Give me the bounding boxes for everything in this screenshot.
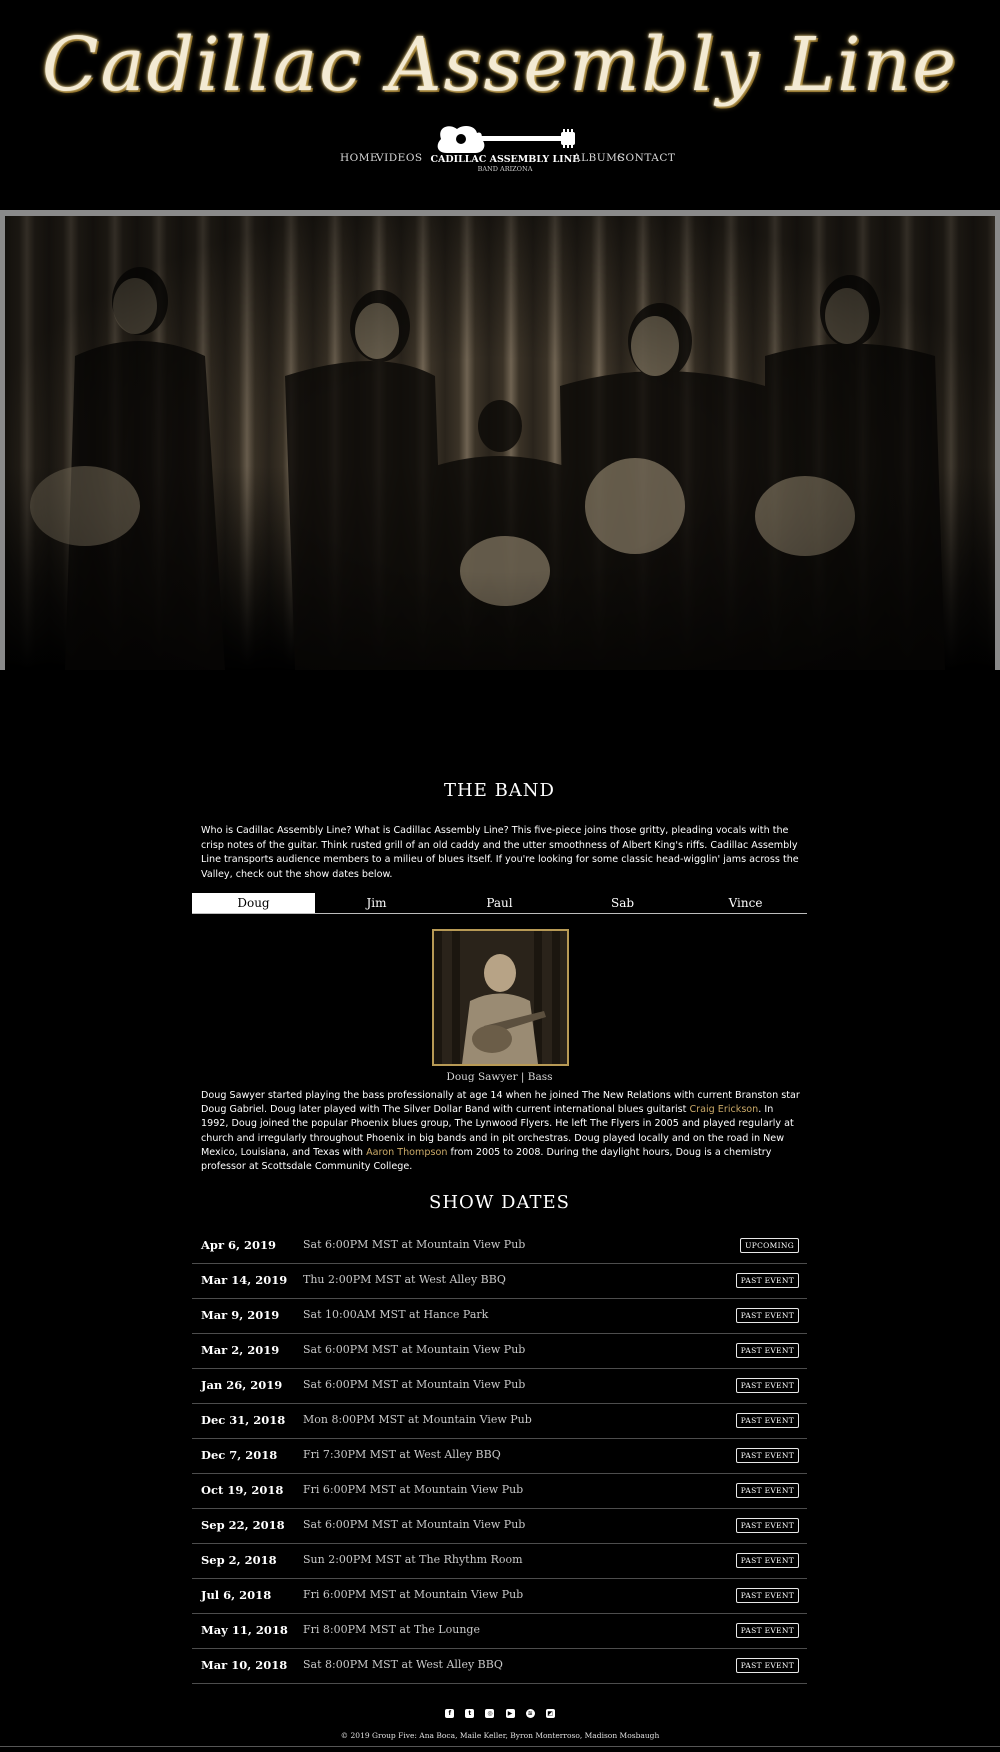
show-status-button[interactable]: PAST EVENT xyxy=(735,1308,799,1323)
social-links: f t ◎ ▶ ≋ ◩ xyxy=(0,1700,1000,1719)
bandcamp-icon[interactable]: ◩ xyxy=(545,1709,555,1718)
show-info: Mon 8:00PM MST at Mountain View Pub xyxy=(303,1413,532,1426)
show-info: Fri 6:00PM MST at Mountain View Pub xyxy=(303,1588,524,1601)
show-status-button[interactable]: PAST EVENT xyxy=(735,1273,799,1288)
show-info: Sat 10:00AM MST at Hance Park xyxy=(303,1308,489,1321)
show-status-button[interactable]: PAST EVENT xyxy=(735,1658,799,1673)
brand-logo[interactable]: CADILLAC ASSEMBLY LINE BAND ARIZONA xyxy=(425,121,585,173)
show-status-button[interactable]: UPCOMING xyxy=(740,1238,799,1253)
youtube-icon[interactable]: ▶ xyxy=(505,1709,515,1718)
nav-contact[interactable]: CONTACT xyxy=(617,152,675,164)
show-row: Dec 31, 2018 Mon 8:00PM MST at Mountain V… xyxy=(192,1404,807,1439)
show-status-button[interactable]: PAST EVENT xyxy=(735,1483,799,1498)
shows-list: Apr 6, 2019 Sat 6:00PM MST at Mountain Vi… xyxy=(192,1229,807,1684)
twitter-icon[interactable]: t xyxy=(465,1709,475,1718)
show-date: Jul 6, 2018 xyxy=(201,1588,272,1602)
show-date: Dec 7, 2018 xyxy=(201,1448,278,1462)
show-row: May 11, 2018 Fri 8:00PM MST at The Lounge… xyxy=(192,1614,807,1649)
show-status-button[interactable]: PAST EVENT xyxy=(735,1413,799,1428)
band-photo-silhouettes xyxy=(30,267,945,670)
show-info: Sat 6:00PM MST at Mountain View Pub xyxy=(303,1378,526,1391)
tab-sab[interactable]: Sab xyxy=(561,893,684,913)
show-date: Sep 22, 2018 xyxy=(201,1518,285,1532)
band-intro: Who is Cadillac Assembly Line? What is C… xyxy=(201,825,799,880)
show-status-button[interactable]: PAST EVENT xyxy=(735,1588,799,1603)
show-info: Fri 6:00PM MST at Mountain View Pub xyxy=(303,1483,524,1496)
brand-subtitle: BAND ARIZONA xyxy=(477,165,533,173)
show-row: Mar 10, 2018 Sat 8:00PM MST at West Alley… xyxy=(192,1649,807,1684)
show-info: Fri 7:30PM MST at West Alley BBQ xyxy=(303,1448,501,1461)
bio-link-aaron-thompson[interactable]: Aaron Thompson xyxy=(366,1147,447,1158)
tab-jim[interactable]: Jim xyxy=(315,893,438,913)
logo-script[interactable]: Cadillac Assembly Line xyxy=(0,22,1000,108)
footer-divider xyxy=(0,1746,1000,1747)
show-row: Dec 7, 2018 Fri 7:30PM MST at West Alley … xyxy=(192,1439,807,1474)
show-date: Mar 10, 2018 xyxy=(201,1658,288,1672)
show-date: Jan 26, 2019 xyxy=(201,1378,283,1392)
show-info: Sat 6:00PM MST at Mountain View Pub xyxy=(303,1343,526,1356)
show-status-button[interactable]: PAST EVENT xyxy=(735,1623,799,1638)
show-date: Apr 6, 2019 xyxy=(201,1238,277,1252)
show-date: Mar 14, 2019 xyxy=(201,1273,288,1287)
show-row: Jul 6, 2018 Fri 6:00PM MST at Mountain Vi… xyxy=(192,1579,807,1614)
facebook-icon[interactable]: f xyxy=(445,1709,455,1718)
instagram-icon[interactable]: ◎ xyxy=(485,1709,495,1718)
show-info: Thu 2:00PM MST at West Alley BBQ xyxy=(303,1273,506,1286)
show-row: Mar 9, 2019 Sat 10:00AM MST at Hance Park… xyxy=(192,1299,807,1334)
spotify-icon[interactable]: ≋ xyxy=(525,1709,535,1718)
tab-paul[interactable]: Paul xyxy=(438,893,561,913)
member-tabs: Doug Jim Paul Sab Vince xyxy=(192,893,807,914)
show-status-button[interactable]: PAST EVENT xyxy=(735,1378,799,1393)
shows-title: SHOW DATES xyxy=(429,1192,570,1213)
band-title: THE BAND xyxy=(444,780,555,801)
tab-vince[interactable]: Vince xyxy=(684,893,807,913)
show-date: Oct 19, 2018 xyxy=(201,1483,284,1497)
show-info: Sun 2:00PM MST at The Rhythm Room xyxy=(303,1553,523,1566)
show-row: Sep 2, 2018 Sun 2:00PM MST at The Rhythm … xyxy=(192,1544,807,1579)
show-date: Dec 31, 2018 xyxy=(201,1413,286,1427)
show-row: Oct 19, 2018 Fri 6:00PM MST at Mountain V… xyxy=(192,1474,807,1509)
show-date: Mar 9, 2019 xyxy=(201,1308,280,1322)
show-row: Jan 26, 2019 Sat 6:00PM MST at Mountain V… xyxy=(192,1369,807,1404)
guitar-icon xyxy=(437,125,575,153)
member-photo-figure xyxy=(434,931,567,1064)
show-row: Mar 14, 2019 Thu 2:00PM MST at West Alley… xyxy=(192,1264,807,1299)
show-info: Sat 6:00PM MST at Mountain View Pub xyxy=(303,1518,526,1531)
nav-videos[interactable]: VIDEOS xyxy=(376,152,423,164)
site-header: Cadillac Assembly Line HOME VIDEOS CADIL… xyxy=(0,0,1000,210)
member-caption: Doug Sawyer | Bass xyxy=(446,1071,553,1083)
show-row: Mar 2, 2019 Sat 6:00PM MST at Mountain Vi… xyxy=(192,1334,807,1369)
member-bio: Doug Sawyer started playing the bass pro… xyxy=(201,1089,801,1174)
show-status-button[interactable]: PAST EVENT xyxy=(735,1518,799,1533)
show-info: Fri 8:00PM MST at The Lounge xyxy=(303,1623,480,1636)
show-status-button[interactable]: PAST EVENT xyxy=(735,1448,799,1463)
brand-name: CADILLAC ASSEMBLY LINE xyxy=(430,154,580,165)
show-status-button[interactable]: PAST EVENT xyxy=(735,1343,799,1358)
footer-copyright: © 2019 Group Five: Ana Boca, Maile Kelle… xyxy=(340,1731,660,1740)
bio-link-craig-erickson[interactable]: Craig Erickson xyxy=(689,1104,758,1115)
show-row: Apr 6, 2019 Sat 6:00PM MST at Mountain Vi… xyxy=(192,1229,807,1264)
show-date: Mar 2, 2019 xyxy=(201,1343,280,1357)
show-status-button[interactable]: PAST EVENT xyxy=(735,1553,799,1568)
member-photo xyxy=(432,929,569,1066)
show-info: Sat 8:00PM MST at West Alley BBQ xyxy=(303,1658,503,1671)
show-row: Sep 22, 2018 Sat 6:00PM MST at Mountain V… xyxy=(192,1509,807,1544)
show-date: May 11, 2018 xyxy=(201,1623,288,1637)
hero-banner xyxy=(0,210,1000,670)
tab-doug[interactable]: Doug xyxy=(192,893,315,913)
band-photo xyxy=(5,216,995,670)
show-info: Sat 6:00PM MST at Mountain View Pub xyxy=(303,1238,526,1251)
show-date: Sep 2, 2018 xyxy=(201,1553,277,1567)
nav-home[interactable]: HOME xyxy=(340,152,378,164)
